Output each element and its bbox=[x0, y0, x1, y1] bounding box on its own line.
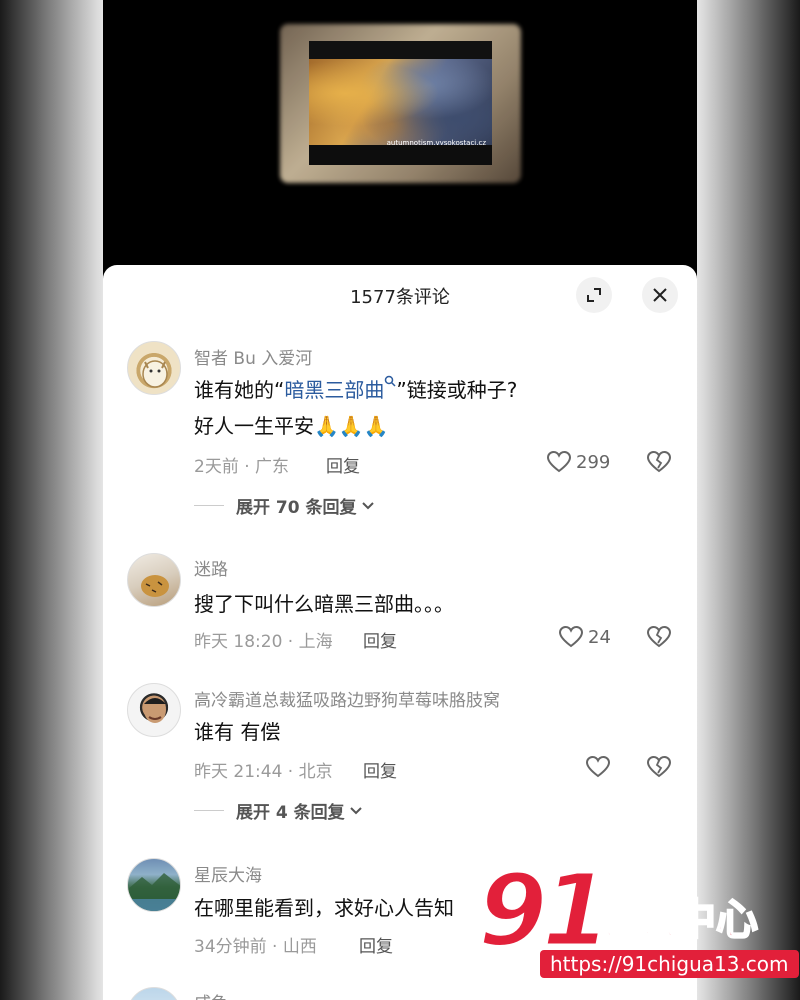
search-keyword-link[interactable]: 暗黑三部曲 bbox=[284, 378, 384, 402]
comment-username[interactable]: 高冷霸道总裁猛吸路边野狗草莓味胳肢窝 bbox=[194, 686, 500, 711]
video-bottom-bar bbox=[309, 145, 492, 165]
avatar-tiger-icon bbox=[141, 575, 169, 597]
avatar[interactable] bbox=[127, 553, 181, 607]
avatar[interactable] bbox=[127, 683, 181, 737]
avatar-person-icon bbox=[144, 697, 166, 723]
heart-icon bbox=[546, 450, 572, 473]
phone-screen: autumnotism.vysokostaci.cz 1577条评论 智者 Bu… bbox=[103, 0, 697, 1000]
avatar-cat-icon bbox=[142, 360, 168, 388]
broken-heart-icon bbox=[646, 755, 672, 778]
comment-username[interactable]: 迷路 bbox=[194, 555, 228, 580]
dislike-button[interactable] bbox=[646, 625, 672, 653]
avatar[interactable] bbox=[127, 987, 181, 1000]
divider-line bbox=[194, 505, 224, 506]
comment-text-prefix: 谁有她的“ bbox=[194, 378, 285, 402]
expand-icon bbox=[587, 288, 601, 302]
comment-text: 谁有她的“暗黑三部曲 ”链接或种子? bbox=[194, 372, 517, 408]
heart-icon bbox=[558, 625, 584, 648]
comment-username[interactable]: 智者 Bu 入爱河 bbox=[194, 344, 312, 369]
dislike-button[interactable] bbox=[646, 450, 672, 478]
comment-meta: 昨天 21:44 · 北京 bbox=[194, 762, 333, 782]
comment-text-line2: 好人一生平安🙏🙏🙏 bbox=[194, 414, 389, 438]
comment-text: 谁有 有偿 bbox=[194, 720, 281, 744]
like-count: 24 bbox=[588, 626, 611, 648]
like-button[interactable]: 299 bbox=[546, 450, 610, 474]
like-count: 299 bbox=[576, 451, 611, 473]
broken-heart-icon bbox=[646, 625, 672, 648]
video-thumbnail bbox=[309, 59, 492, 145]
comment-meta: 34分钟前 · 山西 bbox=[194, 937, 317, 957]
comment-meta: 2天前 · 广东 bbox=[194, 457, 290, 477]
search-icon[interactable] bbox=[384, 375, 396, 387]
chevron-down-icon bbox=[349, 806, 362, 814]
expand-replies-label: 展开 70 条回复 bbox=[236, 498, 357, 518]
avatar-landscape-icon bbox=[128, 873, 180, 911]
comment-username[interactable]: 咸鱼 bbox=[194, 989, 228, 1000]
comment-meta: 昨天 18:20 · 上海 bbox=[194, 632, 333, 652]
reply-button[interactable]: 回复 bbox=[359, 932, 393, 957]
like-button[interactable] bbox=[585, 755, 615, 779]
comment-text: 搜了下叫什么暗黑三部曲。。。 bbox=[194, 592, 454, 616]
heart-icon bbox=[585, 755, 611, 778]
expand-replies-button[interactable]: 展开 4 条回复 bbox=[194, 798, 363, 823]
comment-text-suffix: ”链接或种子? bbox=[396, 378, 518, 402]
divider-line bbox=[194, 810, 224, 811]
reply-button[interactable]: 回复 bbox=[326, 452, 360, 477]
close-icon bbox=[653, 288, 667, 302]
watermark-brand: 吃瓜中心 bbox=[589, 894, 759, 945]
broken-heart-icon bbox=[646, 450, 672, 473]
dislike-button[interactable] bbox=[646, 755, 672, 783]
expand-replies-label: 展开 4 条回复 bbox=[236, 803, 345, 823]
reply-button[interactable]: 回复 bbox=[363, 627, 397, 652]
avatar[interactable] bbox=[127, 341, 181, 395]
expand-sheet-button[interactable] bbox=[576, 277, 612, 313]
video-player[interactable]: autumnotism.vysokostaci.cz bbox=[103, 0, 697, 290]
site-watermark-logo: 91 吃瓜中心 https://91chigua13.com bbox=[476, 851, 799, 990]
watermark-url: https://91chigua13.com bbox=[540, 950, 799, 978]
like-button[interactable]: 24 bbox=[558, 625, 611, 649]
avatar[interactable] bbox=[127, 858, 181, 912]
comment-username[interactable]: 星辰大海 bbox=[194, 861, 262, 886]
expand-replies-button[interactable]: 展开 70 条回复 bbox=[194, 493, 375, 518]
close-button[interactable] bbox=[642, 277, 678, 313]
comment-text: 在哪里能看到，求好心人告知 bbox=[194, 896, 454, 920]
reply-button[interactable]: 回复 bbox=[363, 757, 397, 782]
chevron-down-icon bbox=[361, 501, 374, 509]
video-frame[interactable]: autumnotism.vysokostaci.cz bbox=[309, 41, 492, 165]
